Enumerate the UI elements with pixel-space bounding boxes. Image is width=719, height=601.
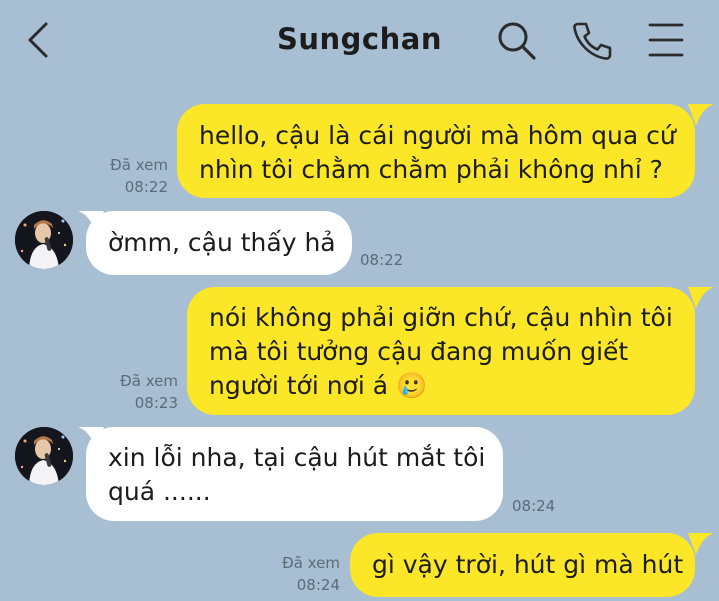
message-line: người tới nơi á 🥲 [209, 371, 428, 400]
message-bubble-sent[interactable]: nói không phải giỡn chứ, cậu nhìn tôi mà… [187, 287, 695, 415]
bubble-tail [688, 104, 714, 126]
message-time: 08:23 [134, 394, 178, 412]
avatar[interactable] [15, 211, 73, 269]
profile-photo [15, 427, 73, 485]
message-line: mà tôi tưởng cậu đang muốn giết [209, 337, 629, 366]
profile-photo [15, 211, 73, 269]
message-meta: Đã xem 08:23 [110, 370, 178, 414]
message-time: 08:24 [296, 576, 340, 594]
bubble-tail [688, 287, 714, 309]
bubble-tail [78, 211, 104, 233]
menu-button[interactable] [644, 18, 688, 62]
message-time: 08:22 [124, 178, 168, 196]
message-bubble-received[interactable]: ờmm, cậu thấy hả [86, 211, 352, 275]
search-button[interactable] [494, 18, 538, 62]
call-button[interactable] [570, 18, 614, 62]
bubble-tail [688, 533, 714, 555]
message-line: quá ...... [108, 477, 211, 506]
bubble-tail [78, 427, 104, 449]
message-bubble-sent[interactable]: gì vậy trời, hút gì mà hút [350, 533, 695, 597]
phone-icon [573, 22, 612, 60]
avatar[interactable] [15, 427, 73, 485]
menu-icon [648, 23, 684, 57]
message-line: nhìn tôi chằm chằm phải không nhỉ ? [199, 155, 663, 184]
message-line: gì vậy trời, hút gì mà hút [372, 550, 684, 579]
message-meta: Đã xem 08:22 [100, 154, 168, 198]
message-line: ờmm, cậu thấy hả [108, 228, 336, 257]
message-line: xin lỗi nha, tại cậu hút mắt tôi [108, 443, 486, 472]
read-receipt: Đã xem [120, 372, 178, 390]
chat-screen: Sungchan Đã xem 08:22 hello, cậu là cái … [0, 0, 719, 601]
read-receipt: Đã xem [282, 554, 340, 572]
chat-header: Sungchan [0, 0, 719, 80]
read-receipt: Đã xem [110, 156, 168, 174]
message-time: 08:22 [360, 251, 404, 269]
message-bubble-sent[interactable]: hello, cậu là cái người mà hôm qua cứ nh… [177, 104, 695, 198]
message-bubble-received[interactable]: xin lỗi nha, tại cậu hút mắt tôi quá ...… [86, 427, 503, 521]
message-meta: Đã xem 08:24 [272, 552, 340, 596]
message-time: 08:24 [512, 497, 556, 515]
message-line: hello, cậu là cái người mà hôm qua cứ [199, 121, 676, 150]
message-line: nói không phải giỡn chứ, cậu nhìn tôi [209, 303, 673, 332]
search-icon [498, 22, 536, 60]
